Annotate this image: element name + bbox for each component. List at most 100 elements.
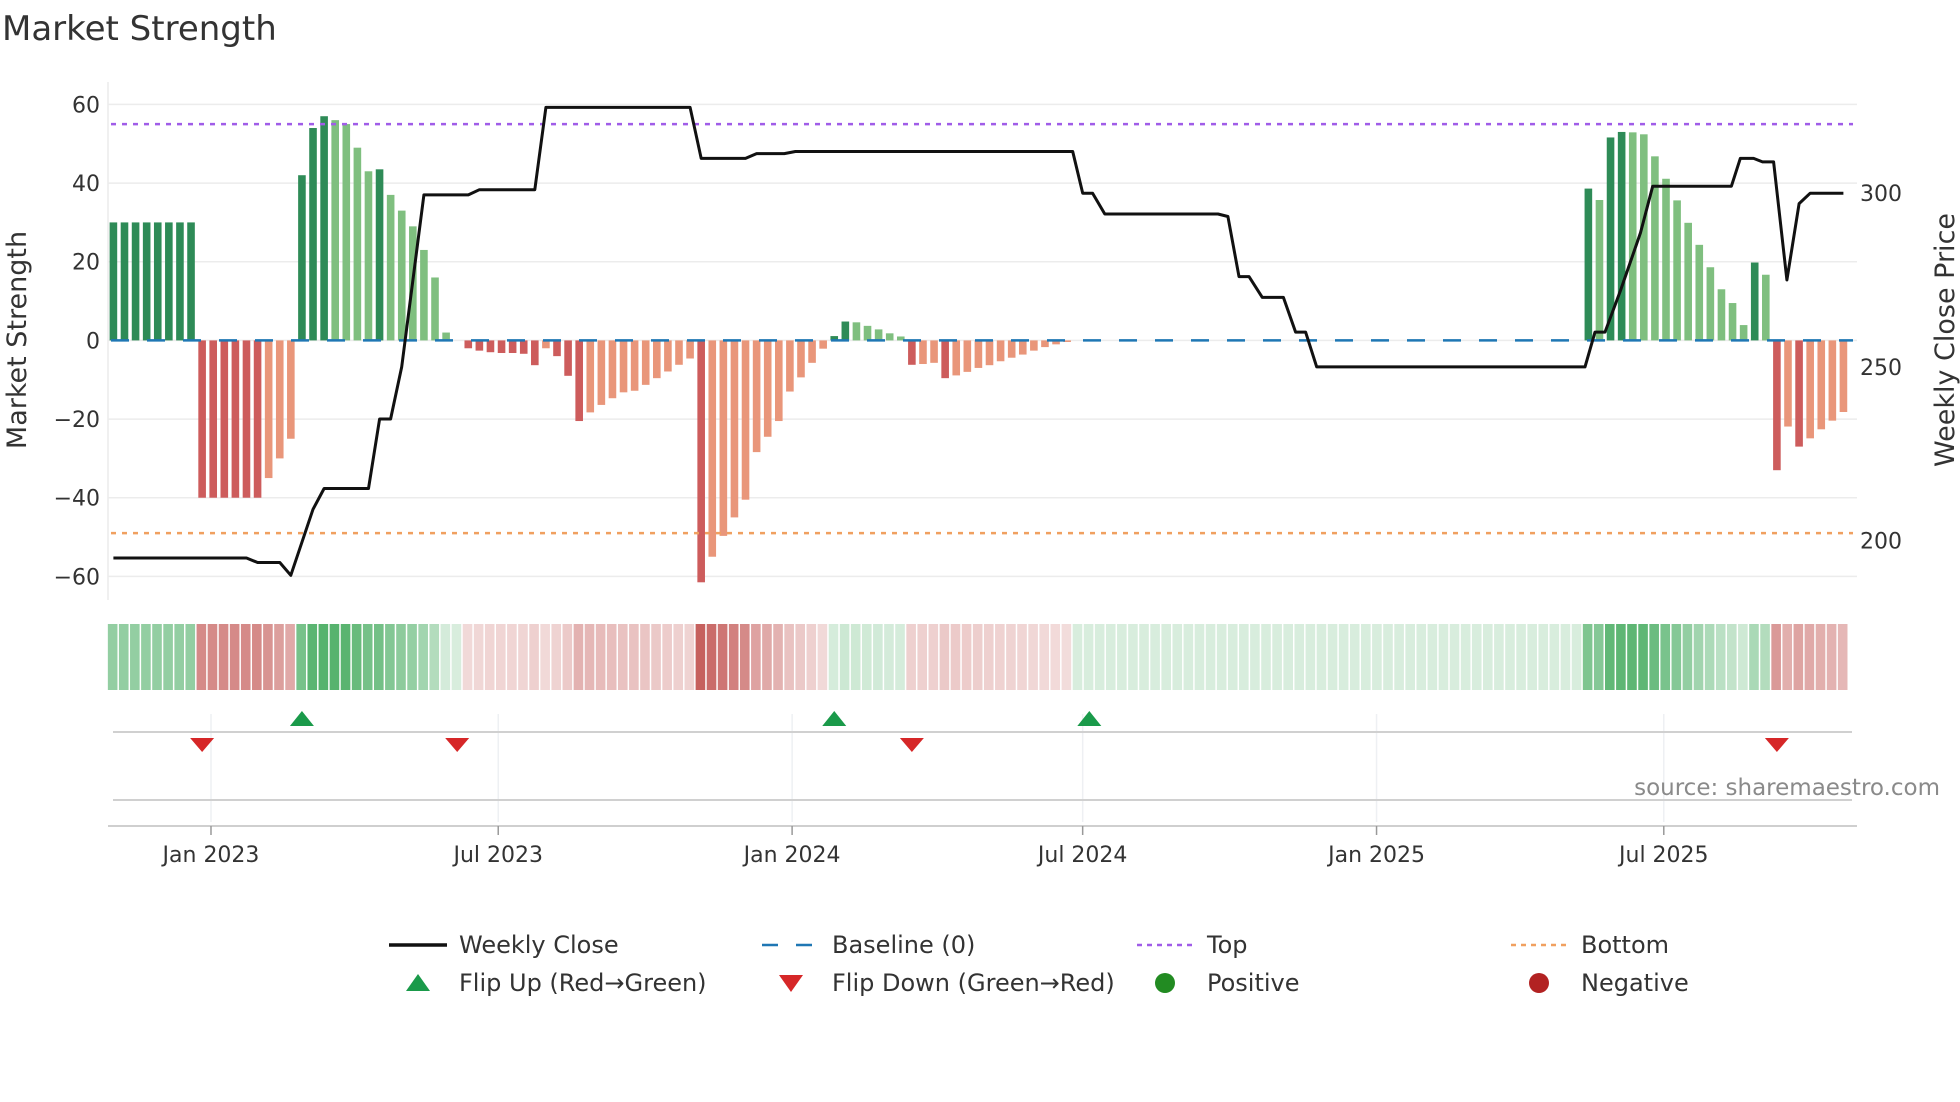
strength-bar bbox=[852, 322, 861, 341]
strip-cell bbox=[928, 624, 939, 690]
strength-bar bbox=[730, 340, 739, 518]
strength-bar bbox=[431, 277, 439, 341]
strip-cell bbox=[1372, 624, 1382, 690]
strip-cell bbox=[1505, 624, 1515, 690]
x-tick-label: Jul 2023 bbox=[451, 843, 543, 868]
y2-tick-label: 300 bbox=[1860, 182, 1902, 207]
strip-cell bbox=[1183, 624, 1194, 690]
strength-bar bbox=[1695, 244, 1704, 341]
strip-cell bbox=[229, 624, 240, 690]
strip-cell bbox=[1294, 624, 1305, 690]
flip-down-marker bbox=[899, 738, 924, 752]
strip-cell bbox=[1216, 624, 1227, 690]
strip-cell bbox=[617, 624, 628, 690]
x-tick-label: Jan 2023 bbox=[161, 843, 260, 868]
strength-bar bbox=[752, 340, 761, 453]
strip-cell bbox=[1704, 624, 1715, 690]
strip-cell bbox=[1427, 624, 1438, 690]
strength-bar bbox=[209, 340, 218, 498]
strip-cell bbox=[1083, 624, 1094, 690]
strip-cell bbox=[606, 624, 617, 690]
strip-cell bbox=[207, 624, 218, 690]
strength-bar bbox=[697, 340, 705, 583]
strength-bar bbox=[1806, 340, 1814, 439]
strip-cell bbox=[451, 624, 462, 690]
strength-bar bbox=[1595, 199, 1604, 341]
strength-bar bbox=[231, 340, 240, 498]
strip-cell bbox=[1516, 624, 1526, 690]
chart-title: Market Strength bbox=[2, 9, 277, 49]
strip-cell bbox=[584, 624, 595, 690]
strength-bar bbox=[1673, 200, 1681, 341]
strip-cell bbox=[1560, 624, 1571, 690]
strength-bar bbox=[786, 340, 794, 392]
strip-cell bbox=[784, 624, 794, 690]
strip-cell bbox=[850, 624, 861, 690]
strength-bar bbox=[475, 340, 484, 351]
legend-item-up: Flip Up (Red→Green) bbox=[406, 969, 707, 997]
strength-bar bbox=[630, 340, 639, 391]
strip-cell bbox=[1627, 624, 1637, 690]
strip-cell bbox=[1361, 624, 1371, 690]
strip-cell bbox=[1538, 624, 1549, 690]
strip-cell bbox=[1815, 624, 1826, 690]
strip-cell bbox=[118, 624, 129, 690]
strength-bar bbox=[619, 340, 628, 393]
strength-bar bbox=[331, 120, 339, 341]
flip-up-marker bbox=[822, 711, 847, 726]
strength-bar bbox=[275, 340, 284, 459]
strip-cell bbox=[396, 624, 406, 690]
strip-cell bbox=[1239, 624, 1249, 690]
strip-cell bbox=[1649, 624, 1659, 690]
strip-cell bbox=[673, 624, 684, 690]
strip-cell bbox=[152, 624, 162, 690]
y-tick-label: 60 bbox=[72, 93, 100, 118]
strip-cell bbox=[983, 624, 994, 690]
strip-cell bbox=[429, 624, 440, 690]
strip-cell bbox=[1460, 624, 1471, 690]
strip-cell bbox=[873, 624, 883, 690]
strip-cell bbox=[662, 624, 672, 690]
y-axis-right: 300 250 200 bbox=[1860, 182, 1902, 554]
strip-cell bbox=[1693, 624, 1704, 690]
strength-bar bbox=[353, 147, 362, 341]
legend-label: Bottom bbox=[1581, 931, 1669, 959]
strip-cell bbox=[163, 624, 173, 690]
strip-cell bbox=[728, 624, 739, 690]
strength-bar bbox=[342, 124, 351, 341]
strip-cell bbox=[107, 624, 118, 690]
strip-cell bbox=[1771, 624, 1781, 690]
strip-cell bbox=[795, 624, 806, 690]
strip-cell bbox=[751, 624, 761, 690]
circle-icon bbox=[1155, 973, 1175, 993]
strip-cell bbox=[1726, 624, 1737, 690]
legend-label: Baseline (0) bbox=[832, 931, 975, 959]
strip-cell bbox=[263, 624, 273, 690]
strength-bar bbox=[1728, 303, 1737, 341]
market-strength-chart: Market Strength 6040200−20−40−60 3002502… bbox=[2, 9, 1960, 997]
strip-cell bbox=[473, 624, 484, 690]
strip-cell bbox=[1549, 624, 1560, 690]
strength-bar bbox=[1662, 178, 1670, 341]
strip-cell bbox=[507, 624, 517, 690]
strength-bar bbox=[1717, 289, 1726, 341]
strip-cell bbox=[1826, 624, 1837, 690]
strength-bar bbox=[497, 340, 506, 353]
strength-bar bbox=[908, 340, 916, 365]
strip-cell bbox=[1749, 624, 1759, 690]
strength-bar bbox=[941, 340, 949, 379]
strength-bar bbox=[1628, 132, 1637, 341]
strength-bar bbox=[1762, 274, 1770, 341]
strip-cell bbox=[307, 624, 318, 690]
strip-cell bbox=[1394, 624, 1404, 690]
strip-cell bbox=[651, 624, 661, 690]
legend-item-line: Weekly Close bbox=[389, 931, 619, 959]
strip-cell bbox=[1616, 624, 1626, 690]
strength-bar bbox=[797, 340, 805, 378]
strength-bar bbox=[320, 116, 328, 341]
strength-bar bbox=[775, 340, 783, 422]
strip-cell bbox=[972, 624, 983, 690]
x-tick-label: Jan 2025 bbox=[1326, 843, 1425, 868]
flip-markers-panel bbox=[108, 711, 1857, 827]
strength-bar bbox=[464, 340, 473, 349]
